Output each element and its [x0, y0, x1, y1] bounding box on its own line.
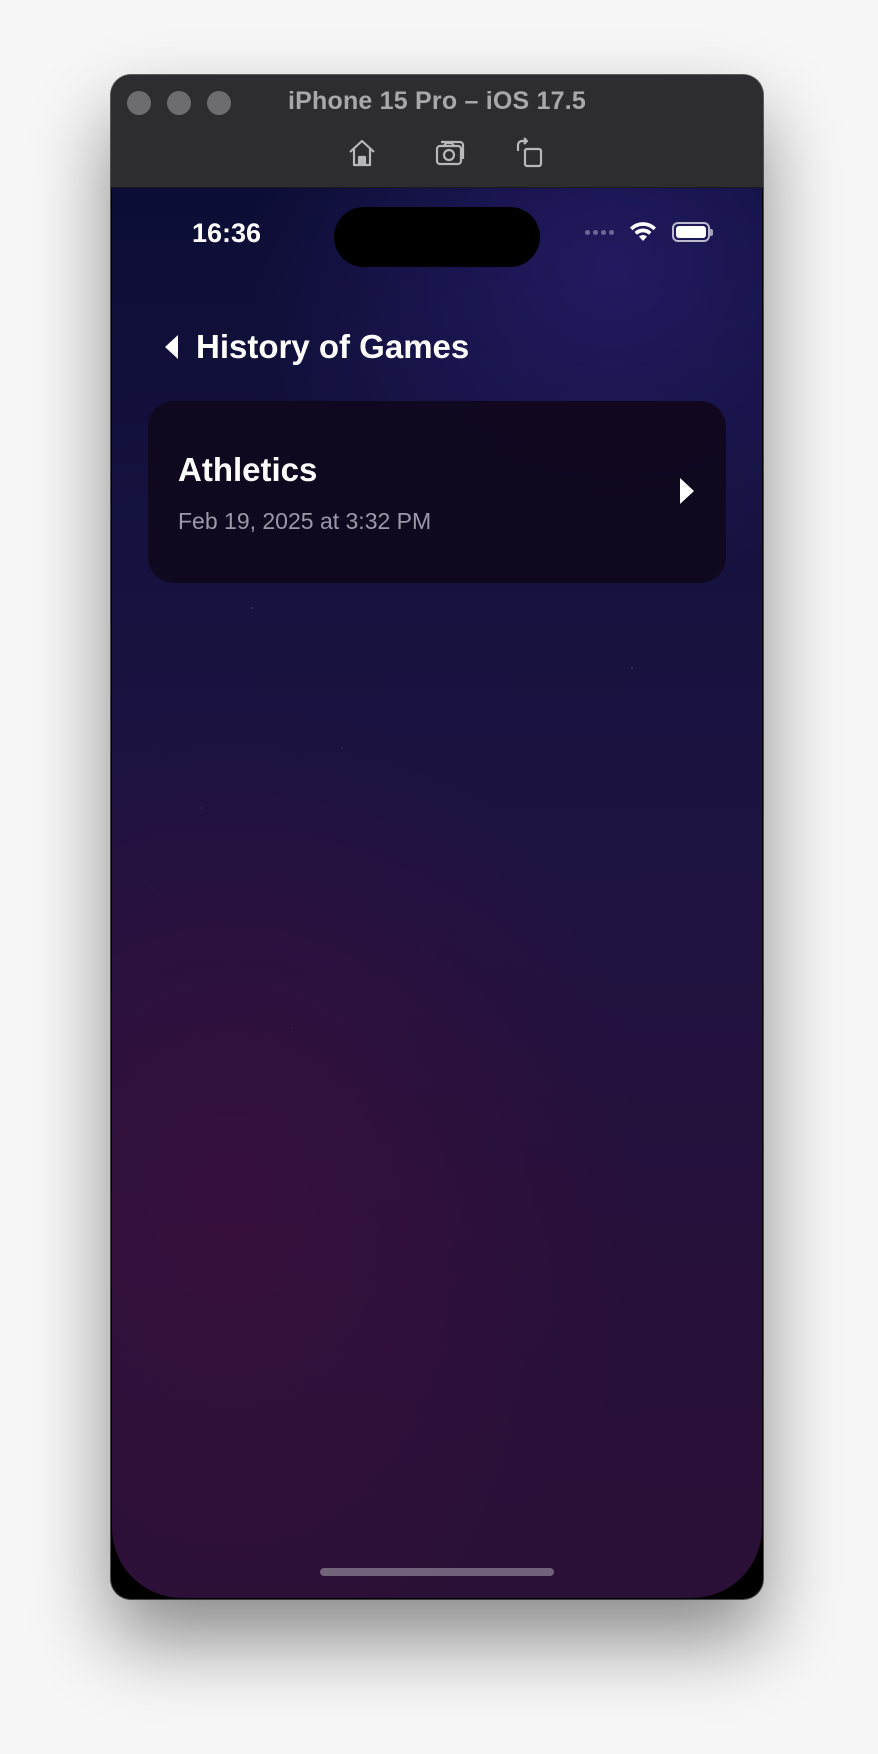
home-icon[interactable] — [344, 135, 380, 171]
back-button[interactable]: History of Games — [162, 328, 469, 366]
window-title: iPhone 15 Pro – iOS 17.5 — [288, 87, 586, 115]
page-title: History of Games — [196, 328, 470, 365]
rotate-icon[interactable] — [511, 135, 547, 171]
battery-level — [676, 226, 706, 238]
starfield-background — [112, 188, 762, 1598]
dynamic-island — [334, 207, 540, 267]
game-date: Feb 19, 2025 at 3:32 PM — [178, 508, 432, 534]
chevron-right-icon — [678, 476, 696, 506]
desktop-background: iPhone 15 Pro – iOS 17.5 16:36 History o… — [0, 0, 878, 1754]
camera-icon[interactable] — [432, 135, 468, 171]
simulator-titlebar: iPhone 15 Pro – iOS 17.5 — [111, 75, 763, 188]
game-title: Athletics — [178, 451, 318, 488]
wifi-icon — [628, 221, 658, 243]
list-item[interactable]: Athletics Feb 19, 2025 at 3:32 PM — [148, 401, 726, 583]
chevron-left-icon — [162, 333, 180, 361]
status-indicators — [585, 221, 713, 243]
simulator-window: iPhone 15 Pro – iOS 17.5 16:36 History o… — [111, 75, 763, 1599]
battery-icon — [672, 222, 713, 242]
status-time: 16:36 — [192, 218, 262, 248]
phone-screen: 16:36 History of Games Athletics Feb 19,… — [112, 188, 762, 1598]
home-indicator[interactable] — [320, 1568, 554, 1576]
cellular-signal-icon — [585, 229, 614, 235]
